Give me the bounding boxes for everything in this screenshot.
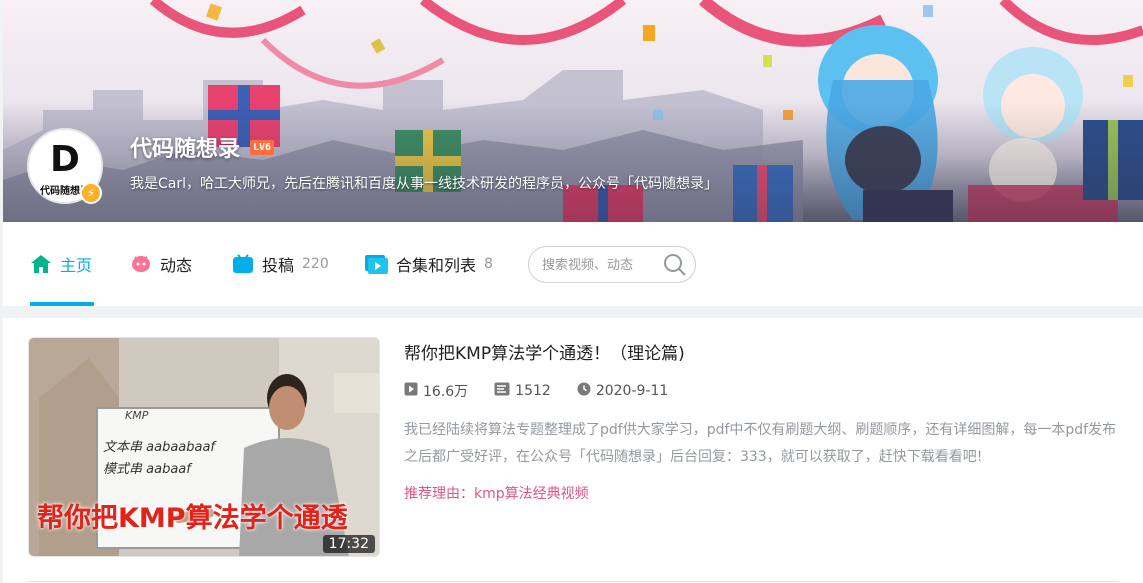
video-thumbnail[interactable]: KMP 文本串 aabaabaaf 模式串 aabaaf 帮你把KMP算法学个通… xyxy=(28,337,380,557)
board-line-3: 模式串 aabaaf xyxy=(103,462,191,477)
tab-collections-label: 合集和列表 xyxy=(396,256,477,275)
play-count-value: 16.6万 xyxy=(423,384,469,400)
video-stats: 16.6万 1512 2020-9-11 xyxy=(404,381,694,401)
upload-icon xyxy=(232,254,254,274)
thumbnail-title: 帮你把KMP算法学个通透 xyxy=(37,503,348,534)
tab-collections-count: 8 xyxy=(484,256,493,272)
activity-icon xyxy=(130,254,152,274)
avatar-letter: D xyxy=(50,139,80,180)
user-signature: 我是Carl，哈工大师兄，先后在腾讯和百度从事一线技术研发的程序员，公众号「代码… xyxy=(130,176,718,192)
tab-activity[interactable]: 动态 xyxy=(130,250,192,278)
tab-uploads[interactable]: 投稿 220 xyxy=(232,250,329,278)
profile-nav: 主页 动态 投稿 220 合集和列表 8 xyxy=(3,222,1143,306)
tab-collections[interactable]: 合集和列表 8 xyxy=(364,250,493,278)
danmaku-count-value: 1512 xyxy=(515,383,551,399)
search-icon[interactable] xyxy=(663,253,687,281)
verified-bolt-icon: ⚡ xyxy=(80,182,102,204)
username[interactable]: 代码随想录 xyxy=(130,131,240,163)
recommend-reason: 推荐理由：kmp算法经典视频 xyxy=(404,486,589,502)
profile-search-box[interactable] xyxy=(528,246,696,283)
collection-icon xyxy=(364,254,388,274)
clock-icon xyxy=(577,382,596,400)
tab-activity-label: 动态 xyxy=(160,256,193,275)
play-icon xyxy=(404,382,423,400)
tab-home-label: 主页 xyxy=(60,256,93,275)
video-duration: 17:32 xyxy=(322,535,375,553)
search-input[interactable] xyxy=(542,256,652,274)
active-tab-indicator xyxy=(30,302,94,306)
video-description: 我已经陆续将算法专题整理成了pdf供大家学习，pdf中不仅有刷题大纲、刷题顺序，… xyxy=(404,422,1117,465)
danmaku-count: 1512 xyxy=(494,382,551,400)
board-line-1: KMP xyxy=(125,409,149,422)
board-line-2: 文本串 aabaabaaf xyxy=(103,440,216,455)
publish-date: 2020-9-11 xyxy=(577,382,668,400)
tab-home[interactable]: 主页 xyxy=(30,250,92,278)
level-badge: LV6 xyxy=(250,140,275,155)
content-divider xyxy=(28,581,1118,582)
home-icon xyxy=(30,254,52,274)
publish-date-value: 2020-9-11 xyxy=(595,383,669,399)
danmaku-icon xyxy=(494,382,515,400)
tab-uploads-count: 220 xyxy=(302,256,329,272)
play-count: 16.6万 xyxy=(404,381,468,401)
featured-video-section: KMP 文本串 aabaabaaf 模式串 aabaaf 帮你把KMP算法学个通… xyxy=(3,318,1143,583)
tab-uploads-label: 投稿 xyxy=(262,256,295,275)
video-title[interactable]: 帮你把KMP算法学个通透！（理论篇) xyxy=(404,339,685,364)
